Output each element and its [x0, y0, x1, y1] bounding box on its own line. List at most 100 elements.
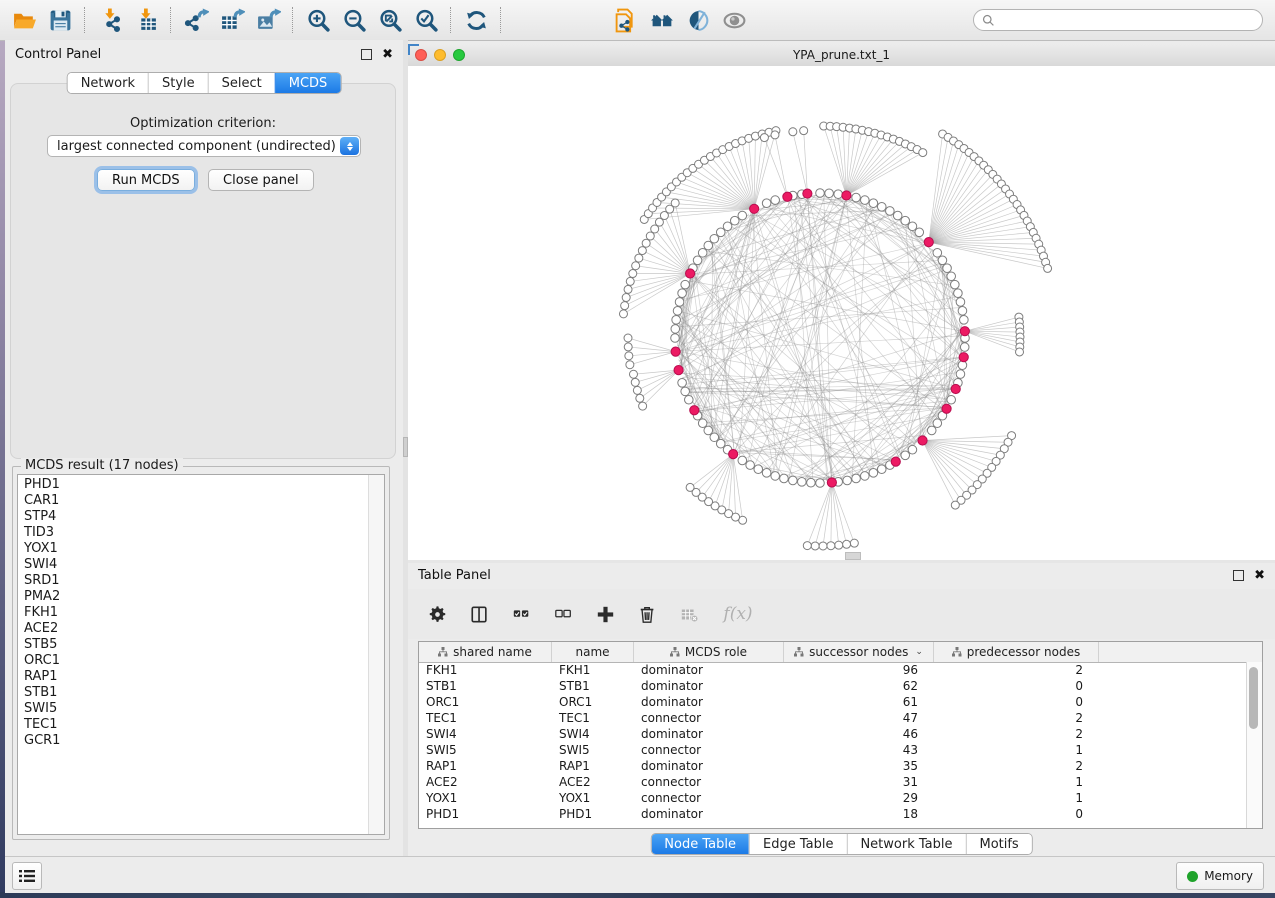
cell[interactable]: dominator — [634, 662, 784, 678]
mcds-result-item[interactable]: SWI4 — [18, 557, 368, 573]
mcds-result-item[interactable]: SWI5 — [18, 701, 368, 717]
cell[interactable]: RAP1 — [419, 758, 552, 774]
table-row-STB1[interactable]: STB1STB1dominator620 — [419, 678, 1247, 694]
mcds-result-item[interactable]: GCR1 — [18, 733, 368, 749]
import-table-button[interactable] — [132, 6, 160, 34]
minimize-window-button[interactable] — [434, 49, 446, 61]
dominator-node[interactable] — [891, 457, 900, 466]
cell[interactable]: connector — [634, 774, 784, 790]
settings-gear-button[interactable] — [426, 603, 448, 625]
dominator-node[interactable] — [803, 189, 812, 198]
split-columns-button[interactable] — [468, 603, 490, 625]
mcds-result-item[interactable]: TEC1 — [18, 717, 368, 733]
cell[interactable]: ORC1 — [419, 694, 552, 710]
cell[interactable]: 62 — [784, 678, 934, 694]
cell[interactable]: 1 — [934, 774, 1099, 790]
add-column-button[interactable] — [594, 603, 616, 625]
column-header-name[interactable]: name — [552, 642, 634, 662]
cell[interactable]: PHD1 — [419, 806, 552, 822]
tab-select[interactable]: Select — [208, 73, 275, 93]
share-document-button[interactable] — [612, 6, 640, 34]
import-network-button[interactable] — [96, 6, 124, 34]
table-row-ACE2[interactable]: ACE2ACE2connector311 — [419, 774, 1247, 790]
cell[interactable]: 47 — [784, 710, 934, 726]
memory-button[interactable]: Memory — [1176, 862, 1264, 890]
graphics-details-button[interactable] — [684, 6, 712, 34]
cell[interactable]: 1 — [934, 742, 1099, 758]
dominator-node[interactable] — [924, 238, 933, 247]
cell[interactable]: connector — [634, 710, 784, 726]
cell[interactable]: RAP1 — [552, 758, 634, 774]
cell[interactable]: 43 — [784, 742, 934, 758]
cell[interactable]: dominator — [634, 758, 784, 774]
table-tab-node-table[interactable]: Node Table — [651, 834, 749, 854]
network-graph-canvas[interactable] — [408, 66, 1275, 560]
mcds-result-item[interactable]: ORC1 — [18, 653, 368, 669]
column-header-successor-nodes[interactable]: successor nodes⌄ — [784, 642, 934, 662]
cell[interactable]: SWI5 — [552, 742, 634, 758]
table-row-RAP1[interactable]: RAP1RAP1dominator352 — [419, 758, 1247, 774]
column-header-shared-name[interactable]: shared name — [419, 642, 552, 662]
search-box[interactable] — [973, 9, 1263, 31]
dominator-node[interactable] — [942, 404, 951, 413]
overview-home-button[interactable] — [648, 6, 676, 34]
dominator-node[interactable] — [959, 353, 968, 362]
mcds-result-item[interactable]: STB5 — [18, 637, 368, 653]
dominator-node[interactable] — [690, 406, 699, 415]
float-panel-icon[interactable] — [361, 49, 372, 60]
dominator-node[interactable] — [951, 384, 960, 393]
cell[interactable]: STB1 — [419, 678, 552, 694]
mcds-result-item[interactable]: STP4 — [18, 509, 368, 525]
tab-network[interactable]: Network — [68, 73, 148, 93]
cell[interactable]: 61 — [784, 694, 934, 710]
cell[interactable]: SWI4 — [419, 726, 552, 742]
export-image-button[interactable] — [254, 6, 282, 34]
refresh-layout-button[interactable] — [462, 6, 490, 34]
close-panel-icon[interactable]: ✖ — [382, 50, 393, 59]
cell[interactable]: 2 — [934, 662, 1099, 678]
cell[interactable]: SWI5 — [419, 742, 552, 758]
cell[interactable]: 46 — [784, 726, 934, 742]
mcds-result-item[interactable]: PMA2 — [18, 589, 368, 605]
cell[interactable]: 0 — [934, 806, 1099, 822]
deselect-all-button[interactable] — [552, 603, 574, 625]
run-mcds-button[interactable]: Run MCDS — [97, 169, 195, 191]
cell[interactable]: 18 — [784, 806, 934, 822]
table-row-SWI4[interactable]: SWI4SWI4dominator462 — [419, 726, 1247, 742]
cell[interactable]: 31 — [784, 774, 934, 790]
cell[interactable]: YOX1 — [419, 790, 552, 806]
mcds-result-item[interactable]: STB1 — [18, 685, 368, 701]
table-scrollbar-thumb[interactable] — [1249, 667, 1258, 729]
table-tab-edge-table[interactable]: Edge Table — [749, 834, 846, 854]
mcds-result-item[interactable]: ACE2 — [18, 621, 368, 637]
task-history-button[interactable] — [12, 862, 42, 890]
cell[interactable]: connector — [634, 790, 784, 806]
cell[interactable]: 0 — [934, 678, 1099, 694]
dominator-node[interactable] — [686, 269, 695, 278]
column-header-predecessor-nodes[interactable]: predecessor nodes — [934, 642, 1099, 662]
cell[interactable]: 0 — [934, 694, 1099, 710]
export-network-button[interactable] — [182, 6, 210, 34]
table-row-FKH1[interactable]: FKH1FKH1dominator962 — [419, 662, 1247, 678]
cell[interactable]: dominator — [634, 678, 784, 694]
zoom-in-button[interactable] — [304, 6, 332, 34]
cell[interactable]: dominator — [634, 694, 784, 710]
cell[interactable]: STB1 — [552, 678, 634, 694]
float-table-panel-icon[interactable] — [1233, 570, 1244, 581]
dominator-node[interactable] — [674, 366, 683, 375]
mcds-result-item[interactable]: FKH1 — [18, 605, 368, 621]
zoom-out-button[interactable] — [340, 6, 368, 34]
mcds-result-item[interactable]: SRD1 — [18, 573, 368, 589]
dominator-node[interactable] — [671, 347, 680, 356]
dominator-node[interactable] — [827, 478, 836, 487]
criterion-dropdown[interactable]: largest connected component (undirected) — [47, 135, 361, 157]
cell[interactable]: TEC1 — [552, 710, 634, 726]
network-window-titlebar[interactable]: YPA_prune.txt_1 — [408, 44, 1275, 67]
select-all-button[interactable] — [510, 603, 532, 625]
dominator-node[interactable] — [960, 327, 969, 336]
tab-style[interactable]: Style — [148, 73, 208, 93]
close-table-panel-icon[interactable]: ✖ — [1254, 571, 1265, 580]
zoom-selected-button[interactable] — [412, 6, 440, 34]
cell[interactable]: FKH1 — [552, 662, 634, 678]
cell[interactable]: 29 — [784, 790, 934, 806]
